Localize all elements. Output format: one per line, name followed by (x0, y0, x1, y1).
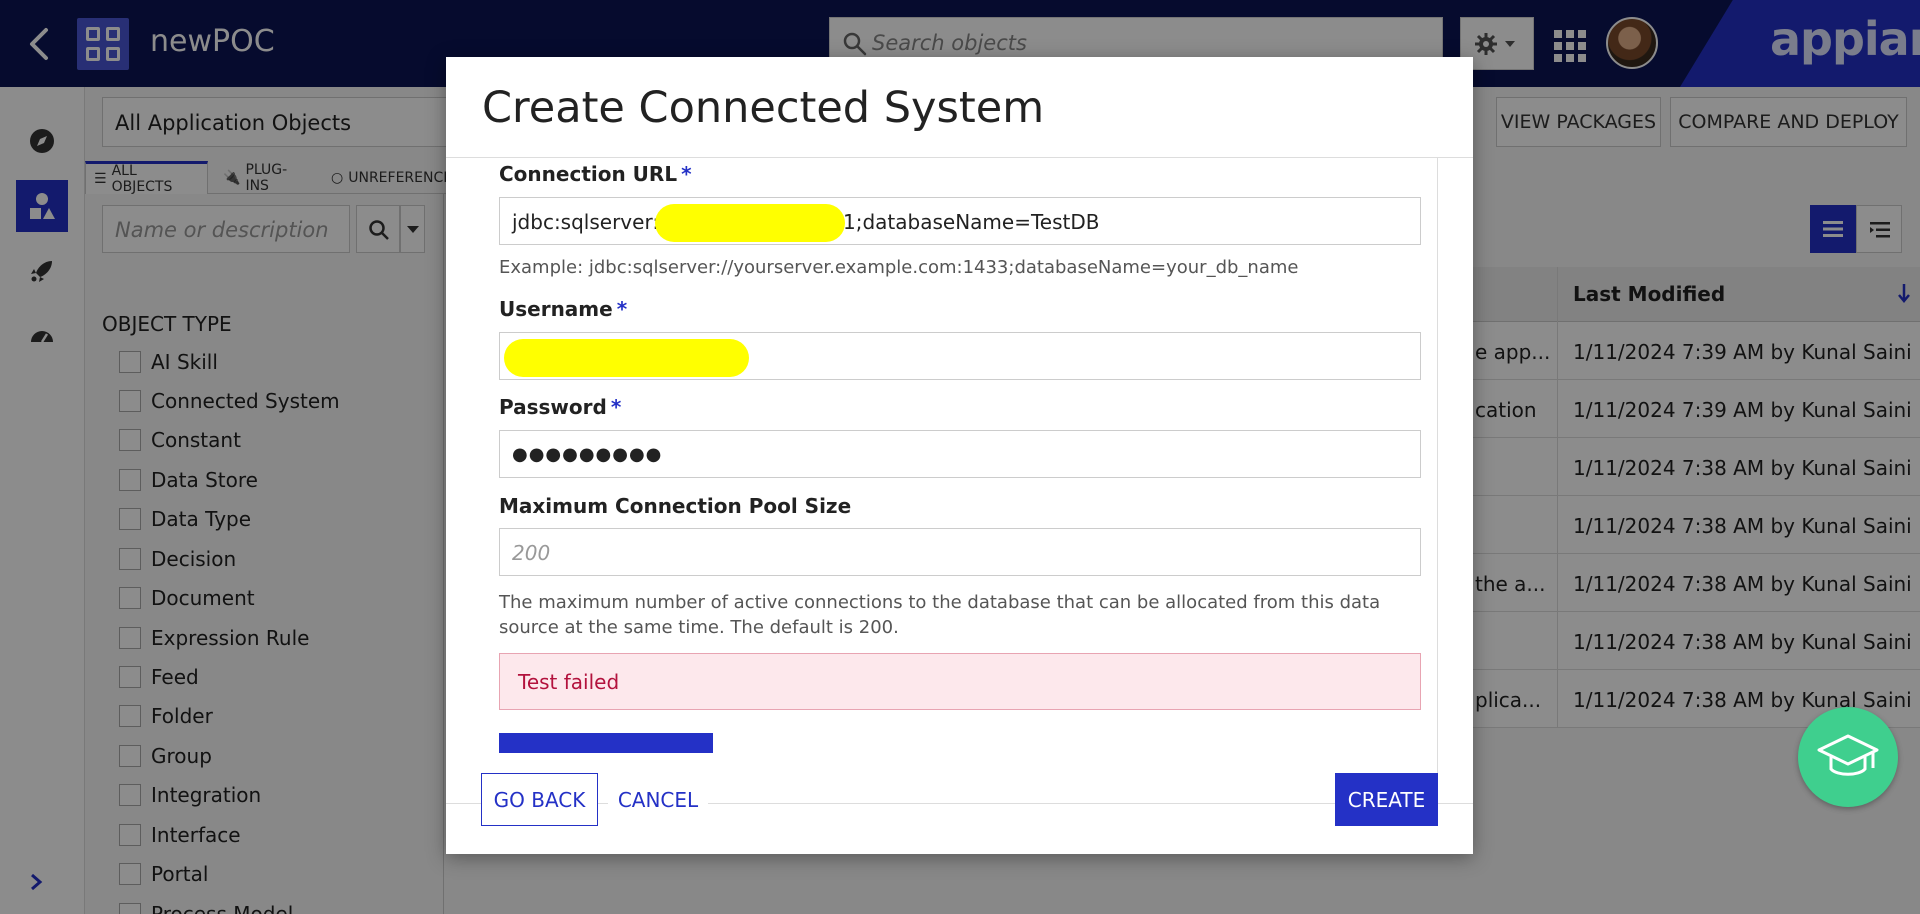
pool-size-field[interactable]: 200 (499, 528, 1421, 576)
password-label: Password * (499, 395, 622, 419)
test-result-text: Test failed (518, 670, 620, 694)
dialog-scrollbar[interactable] (1437, 158, 1438, 803)
connection-url-suffix: 1;databaseName=TestDB (843, 210, 1100, 234)
password-field[interactable]: ●●●●●●●●● (499, 430, 1421, 478)
redaction-mark (504, 339, 749, 377)
connection-url-label: Connection URL * (499, 162, 692, 186)
graduation-cap-icon (1817, 734, 1879, 776)
connection-url-example: Example: jdbc:sqlserver://yourserver.exa… (499, 257, 1299, 278)
username-label: Username * (499, 297, 628, 321)
dialog-body[interactable]: Connection URL * jdbc:sqlserver:// 1;data… (446, 158, 1473, 803)
create-connected-system-dialog: Create Connected System Connection URL * … (446, 57, 1473, 854)
connection-url-field[interactable]: jdbc:sqlserver:// 1;databaseName=TestDB (499, 197, 1421, 245)
password-value: ●●●●●●●●● (512, 444, 663, 465)
learning-help-button[interactable] (1798, 707, 1898, 807)
pool-size-hint: The maximum number of active connections… (499, 592, 1381, 638)
test-failed-message: Test failed (499, 653, 1421, 710)
test-connection-button[interactable] (499, 733, 713, 753)
connection-url-prefix: jdbc:sqlserver:// (512, 210, 673, 234)
redaction-mark (655, 204, 845, 242)
pool-size-label: Maximum Connection Pool Size (499, 494, 852, 518)
create-button[interactable]: CREATE (1335, 773, 1438, 826)
go-back-button[interactable]: GO BACK (481, 773, 598, 826)
username-field[interactable] (499, 332, 1421, 380)
cancel-button[interactable]: CANCEL (608, 773, 708, 826)
pool-size-placeholder: 200 (512, 541, 551, 565)
dialog-title: Create Connected System (482, 83, 1045, 133)
dialog-footer-divider (446, 803, 1473, 804)
